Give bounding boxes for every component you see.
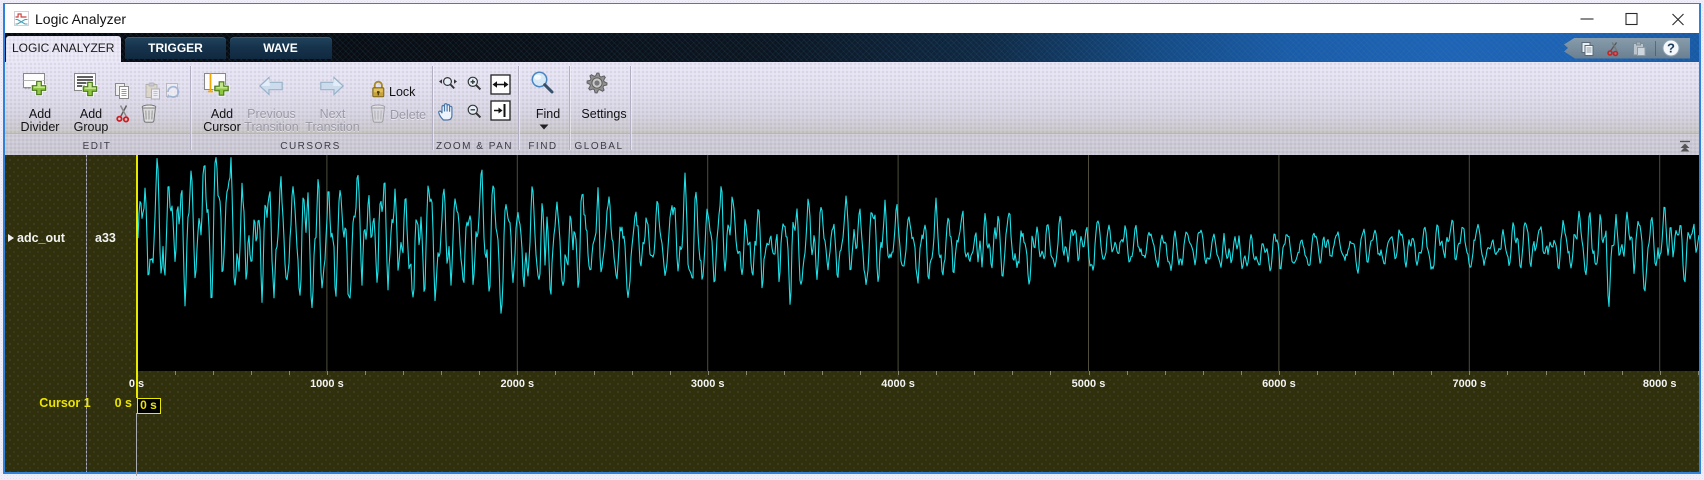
svg-text:?: ? [1667, 41, 1675, 56]
